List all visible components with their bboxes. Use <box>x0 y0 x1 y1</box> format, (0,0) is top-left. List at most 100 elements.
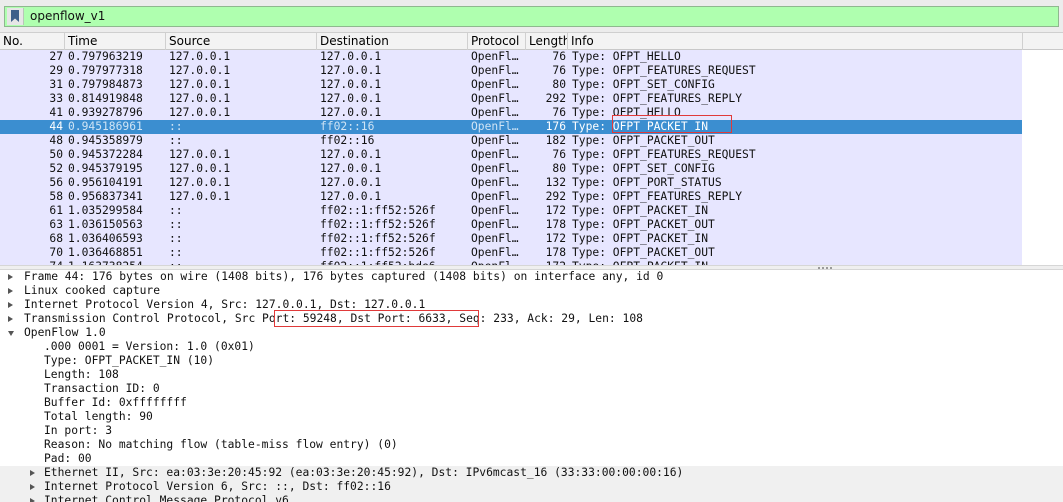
detail-field[interactable]: In port: 3 <box>0 424 1063 438</box>
packet-cell-time: 0.945358979 <box>68 134 143 147</box>
packet-cell-protocol: OpenFl… <box>471 92 519 105</box>
triangle-right-icon[interactable] <box>28 494 38 502</box>
column-header-source[interactable]: Source <box>166 33 317 50</box>
detail-tree-node[interactable]: Transmission Control Protocol, Src Port:… <box>0 312 1063 326</box>
detail-tree-node[interactable]: Internet Control Message Protocol v6 <box>0 494 1063 502</box>
column-header-destination[interactable]: Destination <box>317 33 468 50</box>
packet-cell-length: 292 <box>545 190 566 203</box>
packet-cell-destination: 127.0.0.1 <box>320 106 382 119</box>
detail-text: Pad: 00 <box>44 452 92 465</box>
packet-cell-time: 0.956837341 <box>68 190 143 203</box>
triangle-right-icon[interactable] <box>6 312 16 326</box>
filter-text: openflow_v1 <box>30 9 106 23</box>
packet-row[interactable]: 27 0.797963219 127.0.0.1 127.0.0.1 OpenFl… 76… <box>0 50 1022 64</box>
packet-cell-no: 70 <box>49 246 63 259</box>
detail-field[interactable]: Pad: 00 <box>0 452 1063 466</box>
packet-row[interactable]: 56 0.956104191 127.0.0.1 127.0.0.1 OpenFl… 13… <box>0 176 1022 190</box>
packet-cell-length: 80 <box>552 162 566 175</box>
packet-row[interactable]: 52 0.945379195 127.0.0.1 127.0.0.1 OpenFl… 80… <box>0 162 1022 176</box>
packet-cell-time: 1.035299584 <box>68 204 143 217</box>
detail-field[interactable]: Length: 108 <box>0 368 1063 382</box>
packet-cell-source: :: <box>169 134 183 147</box>
column-header-protocol[interactable]: Protocol <box>468 33 526 50</box>
packet-cell-no: 58 <box>49 190 63 203</box>
packet-cell-protocol: OpenFl… <box>471 120 519 133</box>
detail-field[interactable]: Reason: No matching flow (table-miss flo… <box>0 438 1063 452</box>
packet-cell-destination: ff02::16 <box>320 134 375 147</box>
detail-field[interactable]: Transaction ID: 0 <box>0 382 1063 396</box>
detail-tree-node[interactable]: Internet Protocol Version 6, Src: ::, Ds… <box>0 480 1063 494</box>
column-header-no[interactable]: No. <box>0 33 65 50</box>
detail-text: Total length: 90 <box>44 410 153 423</box>
triangle-right-icon[interactable] <box>6 270 16 284</box>
packet-cell-length: 132 <box>545 176 566 189</box>
packet-cell-length: 76 <box>552 148 566 161</box>
packet-cell-info: Type: OFPT_FEATURES_REPLY <box>572 92 743 105</box>
column-header-time[interactable]: Time <box>65 33 166 50</box>
packet-cell-source: :: <box>169 204 183 217</box>
detail-field[interactable]: Buffer Id: 0xffffffff <box>0 396 1063 410</box>
packet-cell-length: 80 <box>552 78 566 91</box>
packet-row[interactable]: 33 0.814919848 127.0.0.1 127.0.0.1 OpenFl… 29… <box>0 92 1022 106</box>
packet-cell-no: 50 <box>49 148 63 161</box>
detail-field[interactable]: Type: OFPT_PACKET_IN (10) <box>0 354 1063 368</box>
packet-row[interactable]: 41 0.939278796 127.0.0.1 127.0.0.1 OpenFl… 76… <box>0 106 1022 120</box>
packet-cell-info: Type: OFPT_FEATURES_REPLY <box>572 190 743 203</box>
triangle-right-icon[interactable] <box>28 480 38 494</box>
display-filter-input[interactable]: openflow_v1 <box>4 6 1059 27</box>
packet-cell-destination: 127.0.0.1 <box>320 148 382 161</box>
packet-row[interactable]: 68 1.036406593:: ff02::1:ff52:526f OpenFl… 1… <box>0 232 1022 246</box>
packet-cell-length: 172 <box>545 232 566 245</box>
packet-list-pane: No. Time Source Destination Protocol Len… <box>0 33 1063 265</box>
packet-row[interactable]: 29 0.797977318 127.0.0.1 127.0.0.1 OpenFl… 76… <box>0 64 1022 78</box>
detail-text: OpenFlow 1.0 <box>24 326 106 339</box>
packet-cell-no: 56 <box>49 176 63 189</box>
detail-text: .000 0001 = Version: 1.0 (0x01) <box>44 340 255 353</box>
detail-tree-node[interactable]: Linux cooked capture <box>0 284 1063 298</box>
detail-tree-node[interactable]: Internet Protocol Version 4, Src: 127.0.… <box>0 298 1063 312</box>
packet-cell-length: 76 <box>552 50 566 63</box>
packet-row[interactable]: 70 1.036468851:: ff02::1:ff52:526f OpenFl… 1… <box>0 246 1022 260</box>
packet-cell-destination: 127.0.0.1 <box>320 78 382 91</box>
detail-text: Reason: No matching flow (table-miss flo… <box>44 438 398 451</box>
packet-cell-protocol: OpenFl… <box>471 176 519 189</box>
packet-cell-length: 292 <box>545 92 566 105</box>
detail-tree-node[interactable]: Frame 44: 176 bytes on wire (1408 bits),… <box>0 270 1063 284</box>
splitter-grip[interactable] <box>818 267 832 269</box>
packet-cell-source: 127.0.0.1 <box>169 92 231 105</box>
packet-row[interactable]: 61 1.035299584:: ff02::1:ff52:526f OpenFl… 1… <box>0 204 1022 218</box>
triangle-right-icon[interactable] <box>6 284 16 298</box>
triangle-down-icon[interactable] <box>6 326 16 340</box>
detail-text: Linux cooked capture <box>24 284 161 297</box>
column-header-length[interactable]: Length <box>526 33 568 50</box>
packet-cell-no: 44 <box>49 120 63 133</box>
triangle-right-icon[interactable] <box>28 466 38 480</box>
packet-row[interactable]: 58 0.956837341 127.0.0.1 127.0.0.1 OpenFl… 29… <box>0 190 1022 204</box>
packet-row[interactable]: 31 0.797984873 127.0.0.1 127.0.0.1 OpenFl… 80… <box>0 78 1022 92</box>
detail-tree-node[interactable]: Ethernet II, Src: ea:03:3e:20:45:92 (ea:… <box>0 466 1063 480</box>
column-header-info[interactable]: Info <box>568 33 1023 50</box>
packet-row[interactable]: 63 1.036150563:: ff02::1:ff52:526f OpenFl… 1… <box>0 218 1022 232</box>
detail-field[interactable]: Total length: 90 <box>0 410 1063 424</box>
triangle-right-icon[interactable] <box>6 298 16 312</box>
detail-field[interactable]: .000 0001 = Version: 1.0 (0x01) <box>0 340 1063 354</box>
packet-cell-time: 0.797963219 <box>68 50 143 63</box>
detail-tree-node[interactable]: OpenFlow 1.0 <box>0 326 1063 340</box>
packet-cell-time: 0.945379195 <box>68 162 143 175</box>
packet-row-selected[interactable]: 44 0.945186961:: ff02::16 OpenFl… 176 Type: O… <box>0 120 1022 134</box>
packet-row[interactable]: 50 0.945372284 127.0.0.1 127.0.0.1 OpenFl… 76… <box>0 148 1022 162</box>
packet-cell-length: 176 <box>545 120 566 133</box>
packet-cell-protocol: OpenFl… <box>471 134 519 147</box>
detail-text: Transmission Control Protocol, Src Port:… <box>24 312 643 325</box>
packet-cell-no: 33 <box>49 92 63 105</box>
packet-cell-destination: 127.0.0.1 <box>320 162 382 175</box>
filter-bookmark-button[interactable] <box>7 8 24 25</box>
packet-cell-protocol: OpenFl… <box>471 78 519 91</box>
detail-text: Ethernet II, Src: ea:03:3e:20:45:92 (ea:… <box>44 466 684 479</box>
packet-cell-source: 127.0.0.1 <box>169 190 231 203</box>
packet-cell-info: Type: OFPT_FEATURES_REQUEST <box>572 64 756 77</box>
packet-cell-protocol: OpenFl… <box>471 190 519 203</box>
packet-cell-time: 1.036150563 <box>68 218 143 231</box>
packet-row[interactable]: 48 0.945358979:: ff02::16 OpenFl… 182 Type: O… <box>0 134 1022 148</box>
packet-cell-info: Type: OFPT_PACKET_OUT <box>572 134 715 147</box>
